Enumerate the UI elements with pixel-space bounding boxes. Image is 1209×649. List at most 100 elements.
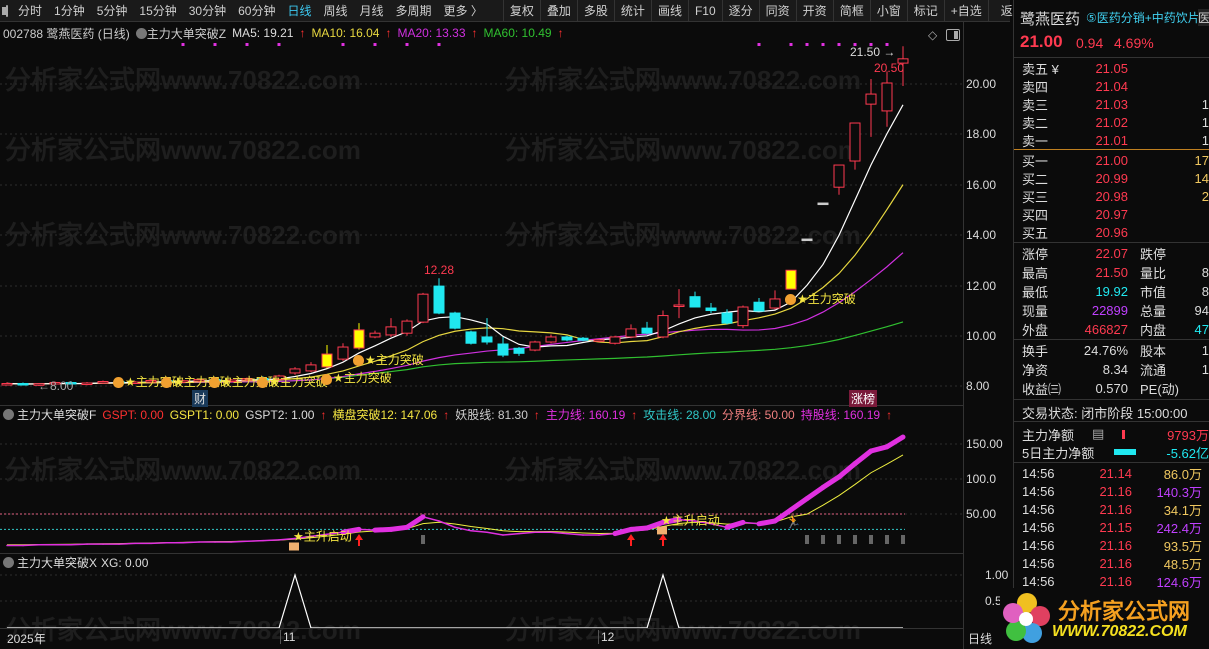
toolbar-button[interactable]: 叠加 xyxy=(539,0,577,22)
signal-dot xyxy=(789,43,793,46)
ask-price: 21.04 xyxy=(1095,78,1128,94)
bid-row[interactable]: 买五 20.96 xyxy=(1022,223,1209,241)
concept-tag[interactable]: ⑤医药分销+中药饮片 xyxy=(1086,9,1200,26)
stat-label: 现量 xyxy=(1022,303,1049,319)
tick-amount: 48.5万 xyxy=(1163,556,1202,572)
stat-label: 内盘 xyxy=(1140,322,1167,338)
ask-row[interactable]: 卖一 21.01 1 xyxy=(1022,131,1209,149)
tick-price: 21.16 xyxy=(1099,573,1132,589)
stat-label: 最高 xyxy=(1022,265,1049,281)
bid-row[interactable]: 买三 20.98 2 xyxy=(1022,187,1209,205)
ask-row[interactable]: 卖三 21.03 1 xyxy=(1022,95,1209,113)
finance-badge[interactable]: 财 xyxy=(192,390,209,407)
candle xyxy=(817,202,829,206)
fin-value: 0.570 xyxy=(1095,380,1128,396)
bid-label: 买一 xyxy=(1022,153,1049,169)
tick-row: 14:56 21.15 242.4万 xyxy=(1022,518,1209,536)
attack-line-value: 攻击线: 28.00 xyxy=(643,408,716,422)
period-tab[interactable]: 15分钟 xyxy=(133,0,182,22)
candle xyxy=(577,337,589,341)
candle xyxy=(801,238,813,242)
period-tab[interactable]: 60分钟 xyxy=(232,0,281,22)
indicator-dropdown-icon[interactable] xyxy=(135,27,147,39)
bid-price: 20.99 xyxy=(1095,170,1128,186)
ask-label: 卖五 ¥ xyxy=(1022,61,1059,77)
toolbar-button[interactable]: F10 xyxy=(687,0,722,22)
ask-row[interactable]: 卖二 21.02 1 xyxy=(1022,113,1209,131)
money-bag-icon xyxy=(113,377,124,389)
fin-label: 流通 xyxy=(1140,362,1167,378)
main-net-bar xyxy=(1122,429,1125,439)
boundary-line-value: 分界线: 50.00 xyxy=(721,408,795,422)
period-tab[interactable]: 更多 〉 xyxy=(438,0,489,22)
kline-chart[interactable]: ★主升启动 ★主升启动 🏃 xyxy=(0,0,963,649)
period-tab[interactable]: 周线 xyxy=(317,0,353,22)
period-tab[interactable]: 30分钟 xyxy=(183,0,232,22)
start-signal: ★主升启动 xyxy=(661,513,720,527)
hand-icon xyxy=(289,542,299,551)
period-tab[interactable]: 日线 xyxy=(281,0,317,22)
period-label[interactable]: 日线 xyxy=(968,630,992,647)
panel-toggle-icon[interactable] xyxy=(946,29,960,41)
diamond-icon[interactable]: ◇ xyxy=(928,28,937,42)
tick-row: 14:56 21.14 86.0万 xyxy=(1022,464,1209,482)
toolbar-button[interactable]: 复权 xyxy=(502,0,540,22)
fin-label: PE(动) xyxy=(1140,381,1180,397)
toolbar-button[interactable]: 画线 xyxy=(650,0,688,22)
bid-price: 21.00 xyxy=(1095,152,1128,168)
more-tag[interactable]: 医 xyxy=(1198,9,1209,26)
period-tab[interactable]: 月线 xyxy=(354,0,390,22)
rank-badge[interactable]: 涨榜 xyxy=(849,390,878,407)
ask-row[interactable]: 卖五 ¥ 21.05 xyxy=(1022,59,1209,77)
bid-row[interactable]: 买四 20.97 xyxy=(1022,205,1209,223)
top-price-label: 21.50 → xyxy=(850,45,896,59)
sub2-info-line: 主力大单突破X XG: 0.00 xyxy=(0,553,963,571)
main-force-line xyxy=(230,540,248,543)
toolbar-button[interactable]: 统计 xyxy=(613,0,651,22)
toolbar-button[interactable]: 同资 xyxy=(758,0,796,22)
top-price: 21.50 xyxy=(850,45,881,59)
tick-amount: 140.3万 xyxy=(1156,484,1202,500)
toolbar-button[interactable]: 简框 xyxy=(832,0,870,22)
money-bag-icon xyxy=(353,354,364,366)
candle xyxy=(97,381,109,384)
gspt-value: GSPT: 0.00 xyxy=(102,407,164,422)
toolbar-button[interactable]: 小窗 xyxy=(869,0,907,22)
toolbar-button[interactable]: 开资 xyxy=(795,0,833,22)
signal-dot xyxy=(181,43,185,46)
period-tab[interactable]: 1分钟 xyxy=(48,0,91,22)
indicator-dropdown-icon[interactable] xyxy=(3,409,14,420)
breakout-signal: ★主力突破 xyxy=(353,351,424,368)
period-tab[interactable]: 多周期 xyxy=(390,0,438,22)
ask-price: 21.01 xyxy=(1095,132,1128,148)
sidebar-toggle-icon[interactable] xyxy=(2,4,8,17)
period-tab[interactable]: 分时 xyxy=(12,0,48,22)
toolbar-button[interactable]: 标记 xyxy=(906,0,944,22)
toolbar-button[interactable]: 多股 xyxy=(576,0,614,22)
toolbar-button[interactable]: +自选 xyxy=(943,0,988,22)
candle xyxy=(305,364,317,372)
breakout-signal: ★主力突破 xyxy=(321,369,392,386)
bid-row[interactable]: 买一 21.00 17 xyxy=(1022,151,1209,169)
sub1-indicator-name[interactable]: 主力大单突破F xyxy=(17,406,96,423)
candle xyxy=(849,122,861,162)
period-tab[interactable]: 5分钟 xyxy=(91,0,134,22)
indicator-name[interactable]: 主力大单突破Z xyxy=(147,25,226,42)
tick-row: 14:56 21.16 48.5万 xyxy=(1022,554,1209,572)
list-icon[interactable]: ▤ xyxy=(1092,426,1122,442)
trade-status: 交易状态: 闭市阶段 15:00:00 xyxy=(1022,406,1188,421)
bid-row[interactable]: 买二 20.99 14 xyxy=(1022,169,1209,187)
main-force-line xyxy=(486,531,504,536)
fin-value: 1 xyxy=(1201,361,1209,377)
last-high-label: 20.50 xyxy=(874,61,905,75)
stat-label: 最低 xyxy=(1022,284,1049,300)
stat-value: 22899 xyxy=(1091,302,1128,318)
sub2-indicator-name[interactable]: 主力大单突破X xyxy=(17,554,97,571)
ask-label: 卖一 xyxy=(1022,133,1049,149)
ask-row[interactable]: 卖四 21.04 xyxy=(1022,77,1209,95)
bid-price: 20.97 xyxy=(1095,206,1128,222)
sub1-axis-label: 150.00 xyxy=(966,437,1003,451)
toolbar-button[interactable]: 逐分 xyxy=(721,0,759,22)
indicator-dropdown-icon[interactable] xyxy=(3,557,14,568)
signal-dot xyxy=(277,43,281,46)
